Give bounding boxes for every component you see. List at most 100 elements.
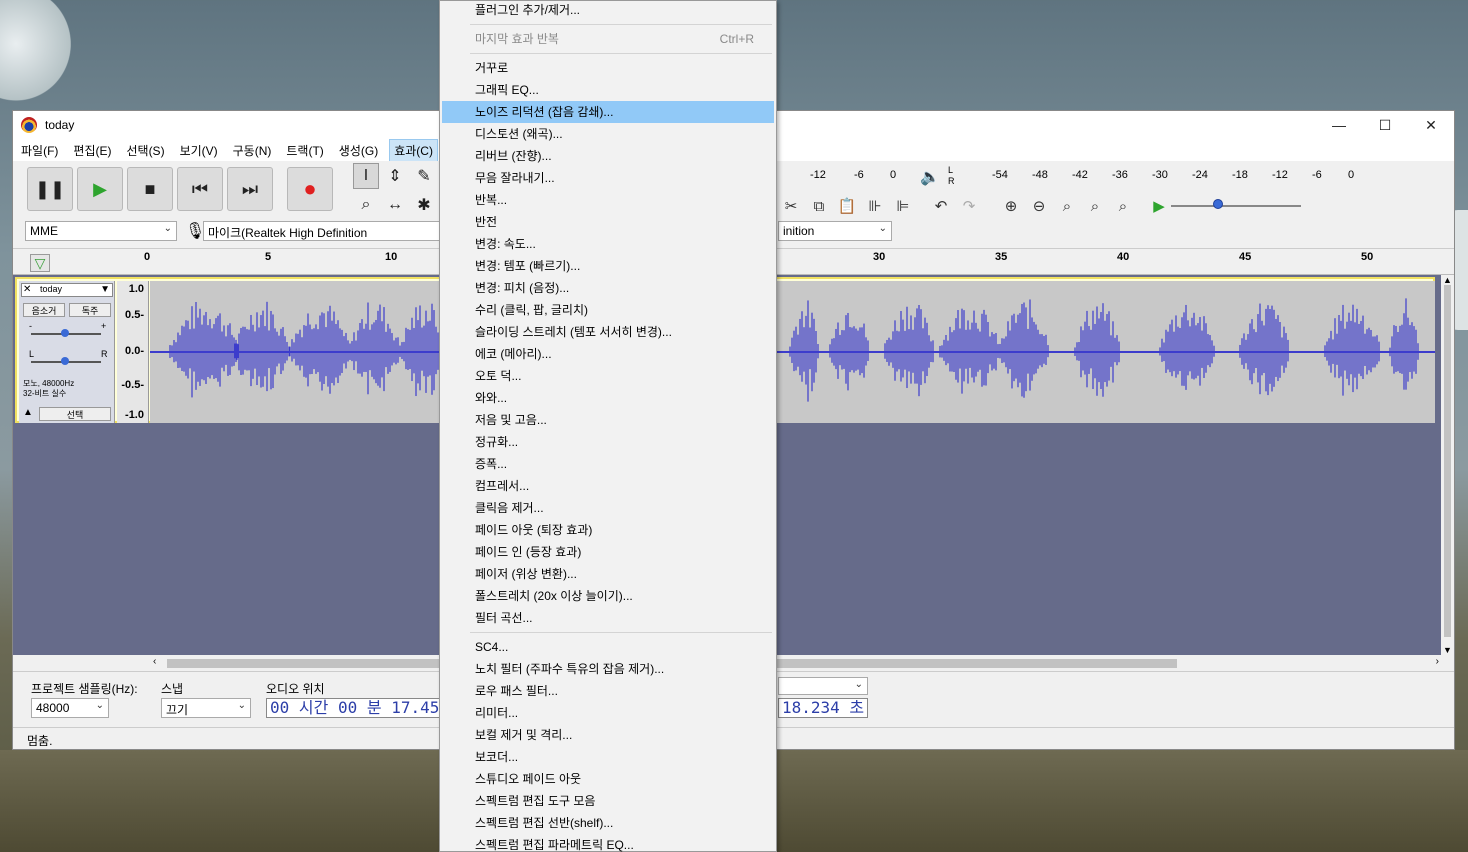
- effects-menu-item[interactable]: SC4...: [442, 636, 774, 658]
- effects-menu-item[interactable]: 리버브 (잔향)...: [442, 145, 774, 167]
- zoom-tool[interactable]: ⌕: [353, 192, 379, 218]
- timeshift-tool[interactable]: ↔: [382, 192, 408, 218]
- envelope-tool[interactable]: ⇕: [382, 163, 408, 189]
- pause-button[interactable]: ❚❚: [27, 167, 73, 211]
- selection-end-display[interactable]: 18.234 초: [778, 698, 868, 718]
- copy-icon[interactable]: ⧉: [806, 193, 832, 219]
- menu-generate[interactable]: 생성(G): [335, 140, 382, 161]
- cut-icon[interactable]: ✂: [778, 193, 804, 219]
- speaker-icon[interactable]: 🔈: [920, 167, 940, 187]
- menu-select[interactable]: 선택(S): [122, 140, 168, 161]
- effects-menu-item[interactable]: 정규화...: [442, 431, 774, 453]
- pan-slider-knob[interactable]: [61, 357, 69, 365]
- audio-host-select[interactable]: MME ⌄: [25, 221, 177, 241]
- multi-tool[interactable]: ✱: [411, 192, 437, 218]
- minimize-button[interactable]: —: [1316, 111, 1362, 139]
- trim-icon[interactable]: ⊪: [862, 193, 888, 219]
- effects-menu-item[interactable]: 스튜디오 페이드 아웃: [442, 768, 774, 790]
- project-rate-select[interactable]: 48000 ⌄: [31, 698, 109, 718]
- collapse-icon[interactable]: ▲: [23, 407, 33, 418]
- effects-menu-item[interactable]: 수리 (클릭, 팝, 글리치): [442, 299, 774, 321]
- effects-menu-item[interactable]: 슬라이딩 스트레치 (템포 서서히 변경)...: [442, 321, 774, 343]
- effects-menu-item[interactable]: 반복...: [442, 189, 774, 211]
- scroll-down-icon[interactable]: ▼: [1443, 645, 1452, 655]
- effects-menu-item[interactable]: 필터 곡선...: [442, 607, 774, 629]
- effects-menu-item[interactable]: 스펙트럼 편집 도구 모음: [442, 790, 774, 812]
- effects-menu-item[interactable]: 보코더...: [442, 746, 774, 768]
- effects-menu-item[interactable]: 저음 및 고음...: [442, 409, 774, 431]
- close-button[interactable]: ✕: [1408, 111, 1454, 139]
- effects-menu-item[interactable]: 노이즈 리덕션 (잡음 감쇄)...: [442, 101, 774, 123]
- effects-menu-item[interactable]: 리미터...: [442, 702, 774, 724]
- effects-menu-item[interactable]: 로우 패스 필터...: [442, 680, 774, 702]
- effects-menu-item[interactable]: 오토 덕...: [442, 365, 774, 387]
- maximize-button[interactable]: ☐: [1362, 111, 1408, 139]
- fit-selection-icon[interactable]: ⌕: [1054, 193, 1080, 219]
- effects-menu-item[interactable]: 거꾸로: [442, 57, 774, 79]
- effects-menu-item[interactable]: 에코 (메아리)...: [442, 343, 774, 365]
- selection-tool[interactable]: I: [353, 163, 379, 189]
- effects-menu-item[interactable]: 플러그인 추가/제거...: [442, 0, 774, 21]
- play-speed-slider[interactable]: [1171, 205, 1301, 207]
- mute-button[interactable]: 음소거: [23, 303, 65, 317]
- menu-edit[interactable]: 편집(E): [69, 140, 115, 161]
- effects-menu-item[interactable]: 컴프레서...: [442, 475, 774, 497]
- scroll-left-icon[interactable]: ‹: [153, 656, 156, 667]
- horizontal-scrollbar[interactable]: ‹ ›: [153, 655, 1441, 671]
- effects-menu-item[interactable]: 무음 잘라내기...: [442, 167, 774, 189]
- zoom-in-icon[interactable]: ⊕: [998, 193, 1024, 219]
- skip-end-button[interactable]: ⏭: [227, 167, 273, 211]
- menu-file[interactable]: 파일(F): [17, 140, 62, 161]
- record-button[interactable]: ●: [287, 167, 333, 211]
- playback-device-select[interactable]: inition ⌄: [778, 221, 892, 241]
- paste-icon[interactable]: 📋: [834, 193, 860, 219]
- effects-menu-item[interactable]: 노치 필터 (주파수 특유의 잡음 제거)...: [442, 658, 774, 680]
- menu-effect[interactable]: 효과(C): [389, 138, 438, 162]
- selection-mode-select[interactable]: ⌄: [778, 677, 868, 695]
- fit-project-icon[interactable]: ⌕: [1082, 193, 1108, 219]
- undo-icon[interactable]: ↶: [928, 193, 954, 219]
- effects-menu-item[interactable]: 변경: 템포 (빠르기)...: [442, 255, 774, 277]
- redo-icon[interactable]: ↷: [956, 193, 982, 219]
- effects-menu-item[interactable]: 페이저 (위상 변환)...: [442, 563, 774, 585]
- effects-menu-item[interactable]: 반전: [442, 211, 774, 233]
- zoom-toggle-icon[interactable]: ⌕: [1110, 193, 1136, 219]
- effects-menu-item[interactable]: 페이드 인 (등장 효과): [442, 541, 774, 563]
- track-close-icon[interactable]: ✕: [23, 284, 31, 295]
- play-at-speed-icon[interactable]: ▶: [1146, 193, 1172, 219]
- effects-menu-item[interactable]: 스펙트럼 편집 선반(shelf)...: [442, 812, 774, 834]
- waveform-display[interactable]: [150, 281, 1435, 423]
- menu-tracks[interactable]: 트랙(T): [282, 140, 327, 161]
- track-select-button[interactable]: 선택: [39, 407, 111, 421]
- recording-device-select[interactable]: 마이크(Realtek High Definition: [203, 221, 443, 241]
- menu-view[interactable]: 보기(V): [176, 140, 222, 161]
- vertical-scroll-thumb[interactable]: [1444, 285, 1451, 637]
- effects-menu-item[interactable]: 와와...: [442, 387, 774, 409]
- effects-menu-item[interactable]: 디스토션 (왜곡)...: [442, 123, 774, 145]
- scroll-up-icon[interactable]: ▲: [1443, 275, 1452, 285]
- effects-menu-item[interactable]: 폴스트레치 (20x 이상 늘이기)...: [442, 585, 774, 607]
- draw-tool[interactable]: ✎: [411, 163, 437, 189]
- effects-menu-item[interactable]: 스펙트럼 편집 파라메트릭 EQ...: [442, 834, 774, 852]
- play-speed-slider-knob[interactable]: [1213, 199, 1223, 209]
- gain-slider-knob[interactable]: [61, 329, 69, 337]
- menu-transport[interactable]: 구동(N): [229, 140, 276, 161]
- effects-menu-item[interactable]: 변경: 속도...: [442, 233, 774, 255]
- solo-button[interactable]: 독주: [69, 303, 111, 317]
- zoom-out-icon[interactable]: ⊖: [1026, 193, 1052, 219]
- effects-menu-item[interactable]: 페이드 아웃 (퇴장 효과): [442, 519, 774, 541]
- stop-button[interactable]: ■: [127, 167, 173, 211]
- effects-menu-item[interactable]: 클릭음 제거...: [442, 497, 774, 519]
- effects-menu-item[interactable]: 증폭...: [442, 453, 774, 475]
- effects-menu-item[interactable]: 그래픽 EQ...: [442, 79, 774, 101]
- effects-menu-item[interactable]: 변경: 피치 (음정)...: [442, 277, 774, 299]
- scroll-right-icon[interactable]: ›: [1436, 656, 1439, 667]
- timeline-play-icon[interactable]: ▽: [30, 254, 50, 272]
- effects-menu-item[interactable]: 보컬 제거 및 격리...: [442, 724, 774, 746]
- vertical-scrollbar[interactable]: ▲ ▼: [1441, 275, 1454, 655]
- snap-select[interactable]: 끄기 ⌄: [161, 698, 251, 718]
- track-name-menu[interactable]: today ▼: [21, 283, 113, 297]
- silence-icon[interactable]: ⊫: [890, 193, 916, 219]
- play-button[interactable]: ▶: [77, 167, 123, 211]
- audio-position-display[interactable]: 00 시간 00 분 17.456 초: [266, 698, 442, 718]
